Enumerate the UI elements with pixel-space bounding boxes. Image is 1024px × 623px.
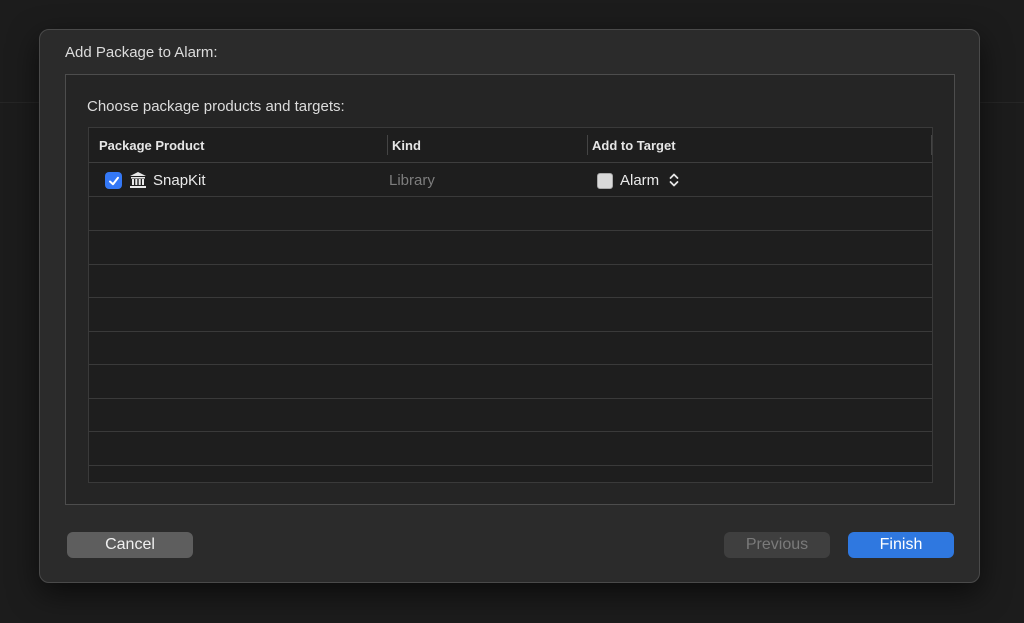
- chevron-up-down-icon[interactable]: [668, 172, 680, 188]
- cancel-button[interactable]: Cancel: [67, 532, 193, 558]
- empty-table-row: [89, 331, 932, 365]
- empty-table-row: [89, 264, 932, 298]
- add-package-sheet: Add Package to Alarm: Choose package pro…: [39, 29, 980, 583]
- empty-table-row: [89, 197, 932, 231]
- table-row[interactable]: SnapKit Library Alarm: [89, 163, 932, 197]
- checkmark-icon: [108, 176, 119, 185]
- column-separator: [931, 135, 932, 155]
- sheet-title: Add Package to Alarm:: [65, 44, 218, 61]
- empty-table-row: [89, 365, 932, 399]
- product-name: SnapKit: [153, 172, 206, 189]
- empty-table-row: [89, 432, 932, 466]
- product-kind: Library: [389, 172, 435, 189]
- column-header-kind[interactable]: Kind: [392, 138, 421, 153]
- package-panel: Choose package products and targets: Pac…: [65, 74, 955, 505]
- library-building-icon: [130, 172, 146, 188]
- empty-table-row: [89, 398, 932, 432]
- empty-table-row: [89, 298, 932, 332]
- include-product-checkbox[interactable]: [105, 172, 122, 189]
- panel-heading: Choose package products and targets:: [87, 98, 345, 115]
- package-products-table: Package Product Kind Add to Target SnapK…: [88, 127, 933, 483]
- table-header: Package Product Kind Add to Target: [89, 128, 932, 163]
- column-separator: [387, 135, 388, 155]
- column-separator: [587, 135, 588, 155]
- finish-button[interactable]: Finish: [848, 532, 954, 558]
- column-header-package-product[interactable]: Package Product: [99, 138, 205, 153]
- column-header-add-to-target[interactable]: Add to Target: [592, 138, 676, 153]
- previous-button[interactable]: Previous: [724, 532, 830, 558]
- app-target-icon: [597, 173, 613, 189]
- empty-table-row: [89, 231, 932, 265]
- target-popup-label[interactable]: Alarm: [620, 172, 659, 189]
